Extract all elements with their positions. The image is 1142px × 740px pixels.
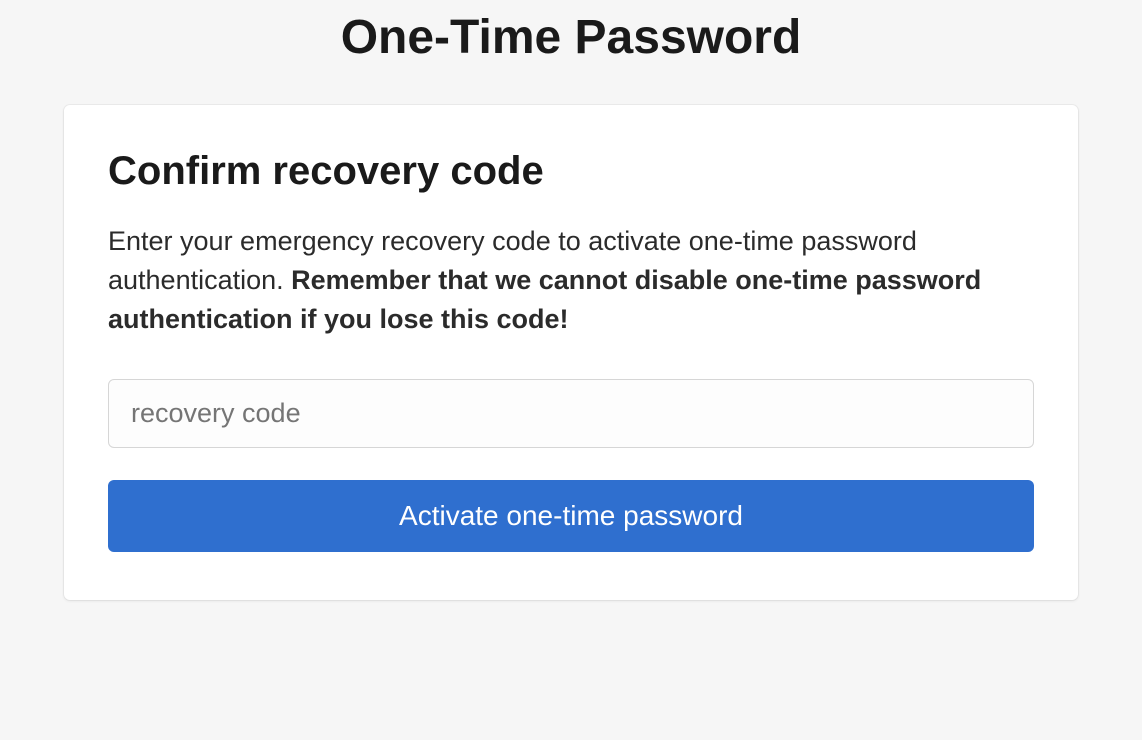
card-description: Enter your emergency recovery code to ac… [108,222,1034,339]
activate-otp-button[interactable]: Activate one-time password [108,480,1034,552]
confirm-recovery-card: Confirm recovery code Enter your emergen… [64,105,1078,600]
card-heading: Confirm recovery code [108,149,1034,194]
recovery-code-input[interactable] [108,379,1034,448]
page-title: One-Time Password [0,10,1142,65]
